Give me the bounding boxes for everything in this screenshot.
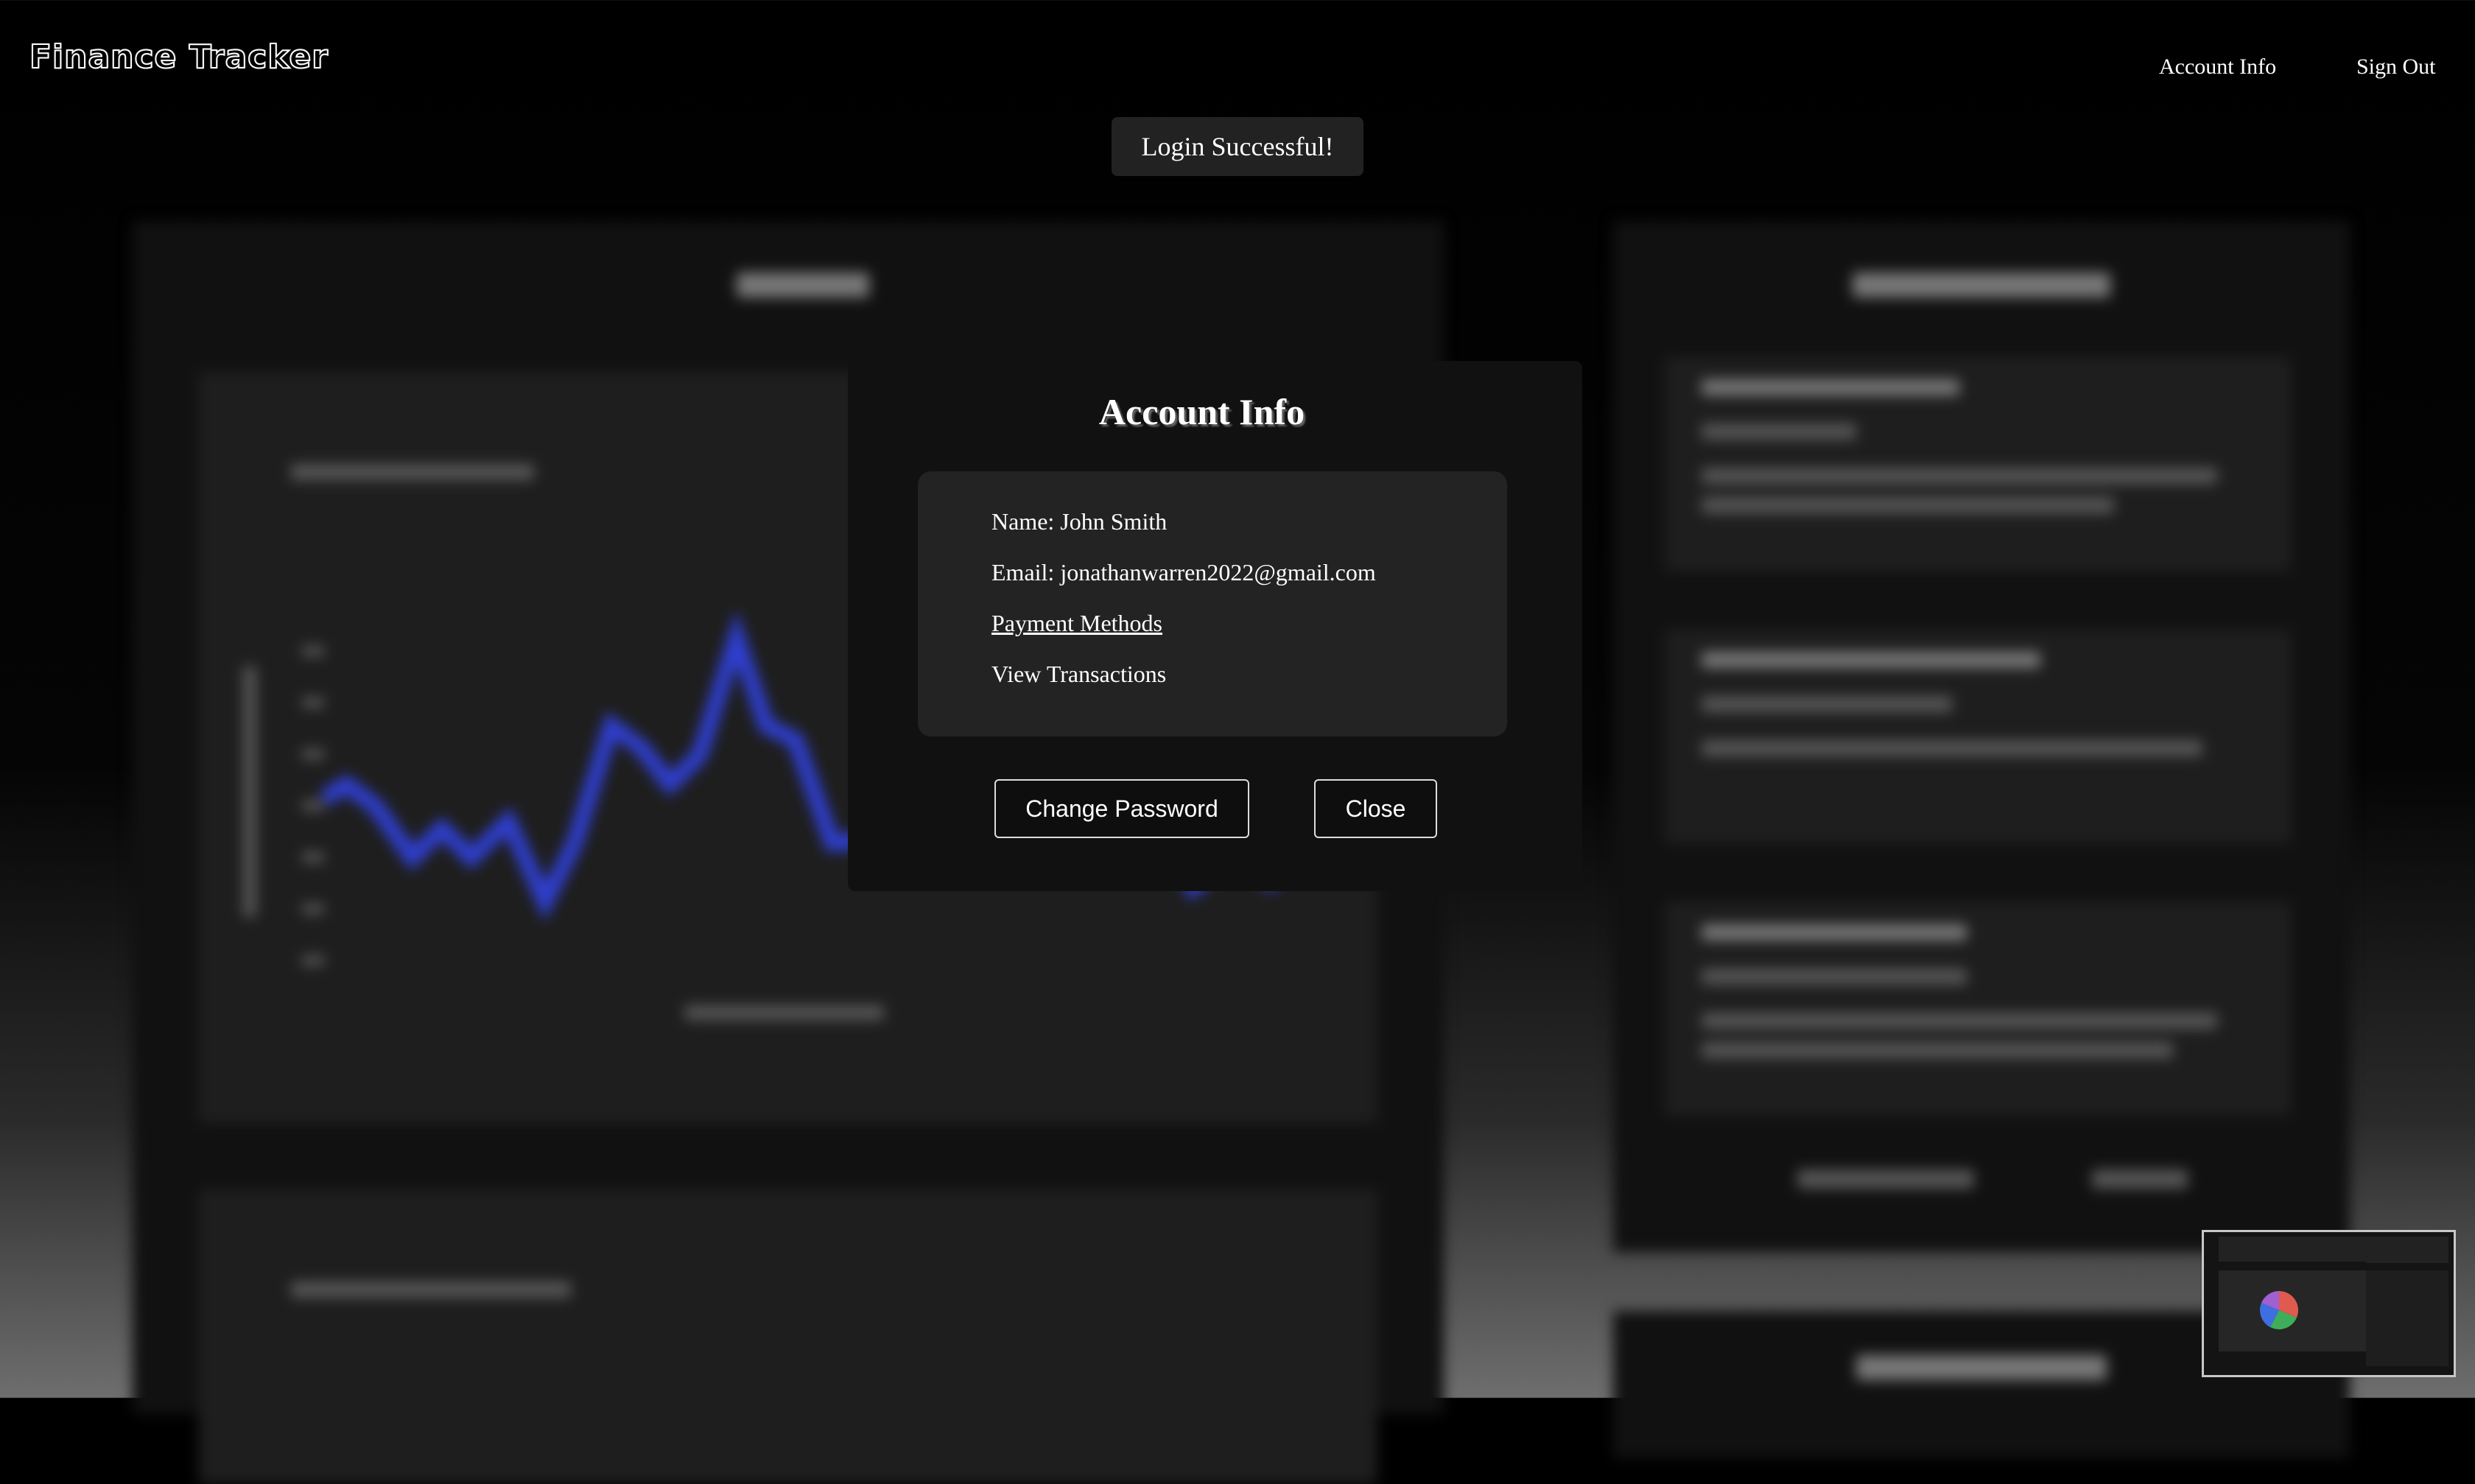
change-password-button[interactable]: Change Password <box>994 779 1249 838</box>
transaction-breakdown-card <box>199 1189 1377 1484</box>
minimap-thumbnail <box>2204 1232 2454 1375</box>
minimap-preview[interactable] <box>2202 1230 2456 1377</box>
recent-transactions-panel <box>1613 221 2350 1252</box>
account-name: Name: John Smith <box>991 508 1168 535</box>
close-button[interactable]: Close <box>1314 779 1437 838</box>
login-success-toast: Login Successful! <box>1112 117 1363 176</box>
modal-title: Account Info <box>1098 391 1305 432</box>
account-details-box: Name: John Smith Email: jonathanwarren20… <box>918 471 1507 736</box>
account-info-modal: Account Info Name: John Smith Email: jon… <box>848 361 1582 891</box>
view-transactions-link[interactable]: View Transactions <box>991 661 1166 688</box>
account-email: Email: jonathanwarren2022@gmail.com <box>991 559 1376 585</box>
nav-account-info-link[interactable]: Account Info <box>2159 54 2276 80</box>
payment-methods-link[interactable]: Payment Methods <box>991 610 1162 637</box>
nav-sign-out-link[interactable]: Sign Out <box>2356 54 2436 80</box>
app-logo: Finance Tracker <box>29 38 329 77</box>
